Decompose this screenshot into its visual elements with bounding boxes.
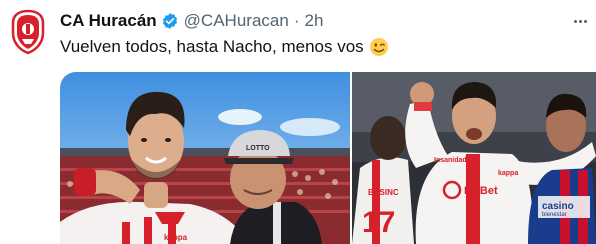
photo-player-goal-celebration-image: BUSINC 17 Iosanidad Mr.Bet kappa casino … (352, 72, 596, 244)
tweet-timestamp[interactable]: 2h (304, 11, 323, 31)
account-handle[interactable]: @CAHuracan (184, 11, 289, 31)
huracan-crest-icon (11, 9, 45, 55)
back-number-label: 17 (362, 206, 395, 239)
more-options-icon[interactable] (574, 10, 596, 32)
opponent-sponsor-sub-label: bienestar (542, 212, 567, 218)
shirt-brand-label: kappa (164, 233, 188, 242)
account-name[interactable]: CA Huracán (60, 11, 157, 31)
sponsor-main-label: Mr.Bet (464, 185, 498, 197)
tweet-media: kappa LOTTO BUSINC 17 Iosanidad Mr.Bet k… (60, 72, 596, 244)
photo-players-celebrating[interactable]: kappa LOTTO (60, 72, 350, 244)
tweet-text: Vuelven todos, hasta Nacho, menos vos (60, 37, 389, 57)
verified-badge-icon (161, 12, 179, 30)
tweet-text-content: Vuelven todos, hasta Nacho, menos vos (60, 37, 364, 56)
tweet-header: CA Huracán @CAHuracan · 2h (60, 10, 323, 32)
sponsor-top-label: Iosanidad (434, 157, 467, 164)
avatar-huracan-crest[interactable] (9, 9, 47, 55)
winking-face-icon (369, 37, 389, 57)
photo-players-celebrating-image: kappa LOTTO (60, 72, 350, 244)
opponent-sponsor-label: casino (542, 201, 574, 212)
separator-dot: · (293, 11, 300, 30)
photo-player-goal-celebration[interactable]: BUSINC 17 Iosanidad Mr.Bet kappa casino … (352, 72, 596, 244)
cap-brand-label: LOTTO (246, 145, 270, 152)
shirt-brand-label-2: kappa (498, 170, 518, 177)
back-name-label: BUSINC (368, 188, 399, 197)
